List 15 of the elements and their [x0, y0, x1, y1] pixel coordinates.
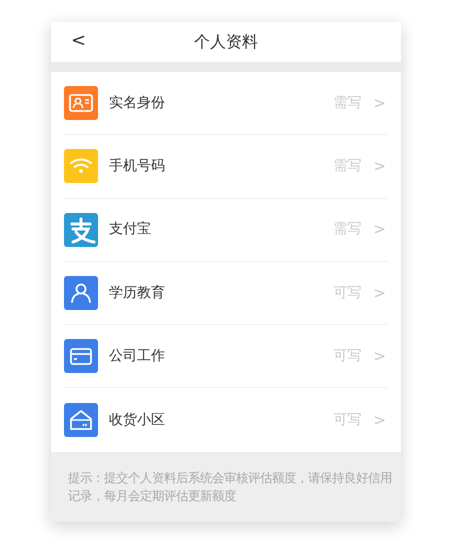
row-label: 手机号码: [109, 156, 166, 176]
chevron-icon: >: [373, 155, 386, 178]
row-label: 学历教育: [109, 284, 166, 303]
chevron-icon: >: [373, 408, 386, 432]
page-title: 个人资料: [194, 31, 258, 53]
back-button[interactable]: <: [71, 30, 86, 52]
chevron-icon: >: [373, 92, 386, 114]
row-label: 支付宝: [109, 220, 152, 240]
row-label: 公司工作: [109, 346, 166, 366]
chevron-icon: >: [373, 282, 386, 304]
row-label: 实名身份: [109, 94, 166, 113]
chevron-icon: >: [373, 345, 386, 368]
chevron-icon: >: [373, 218, 386, 241]
row-label: 收货小区: [109, 410, 166, 430]
tip-text: 提示：提交个人资料后系统会审核评估额度，请保持良好信用记录，每月会定期评估更新额度: [68, 470, 393, 505]
